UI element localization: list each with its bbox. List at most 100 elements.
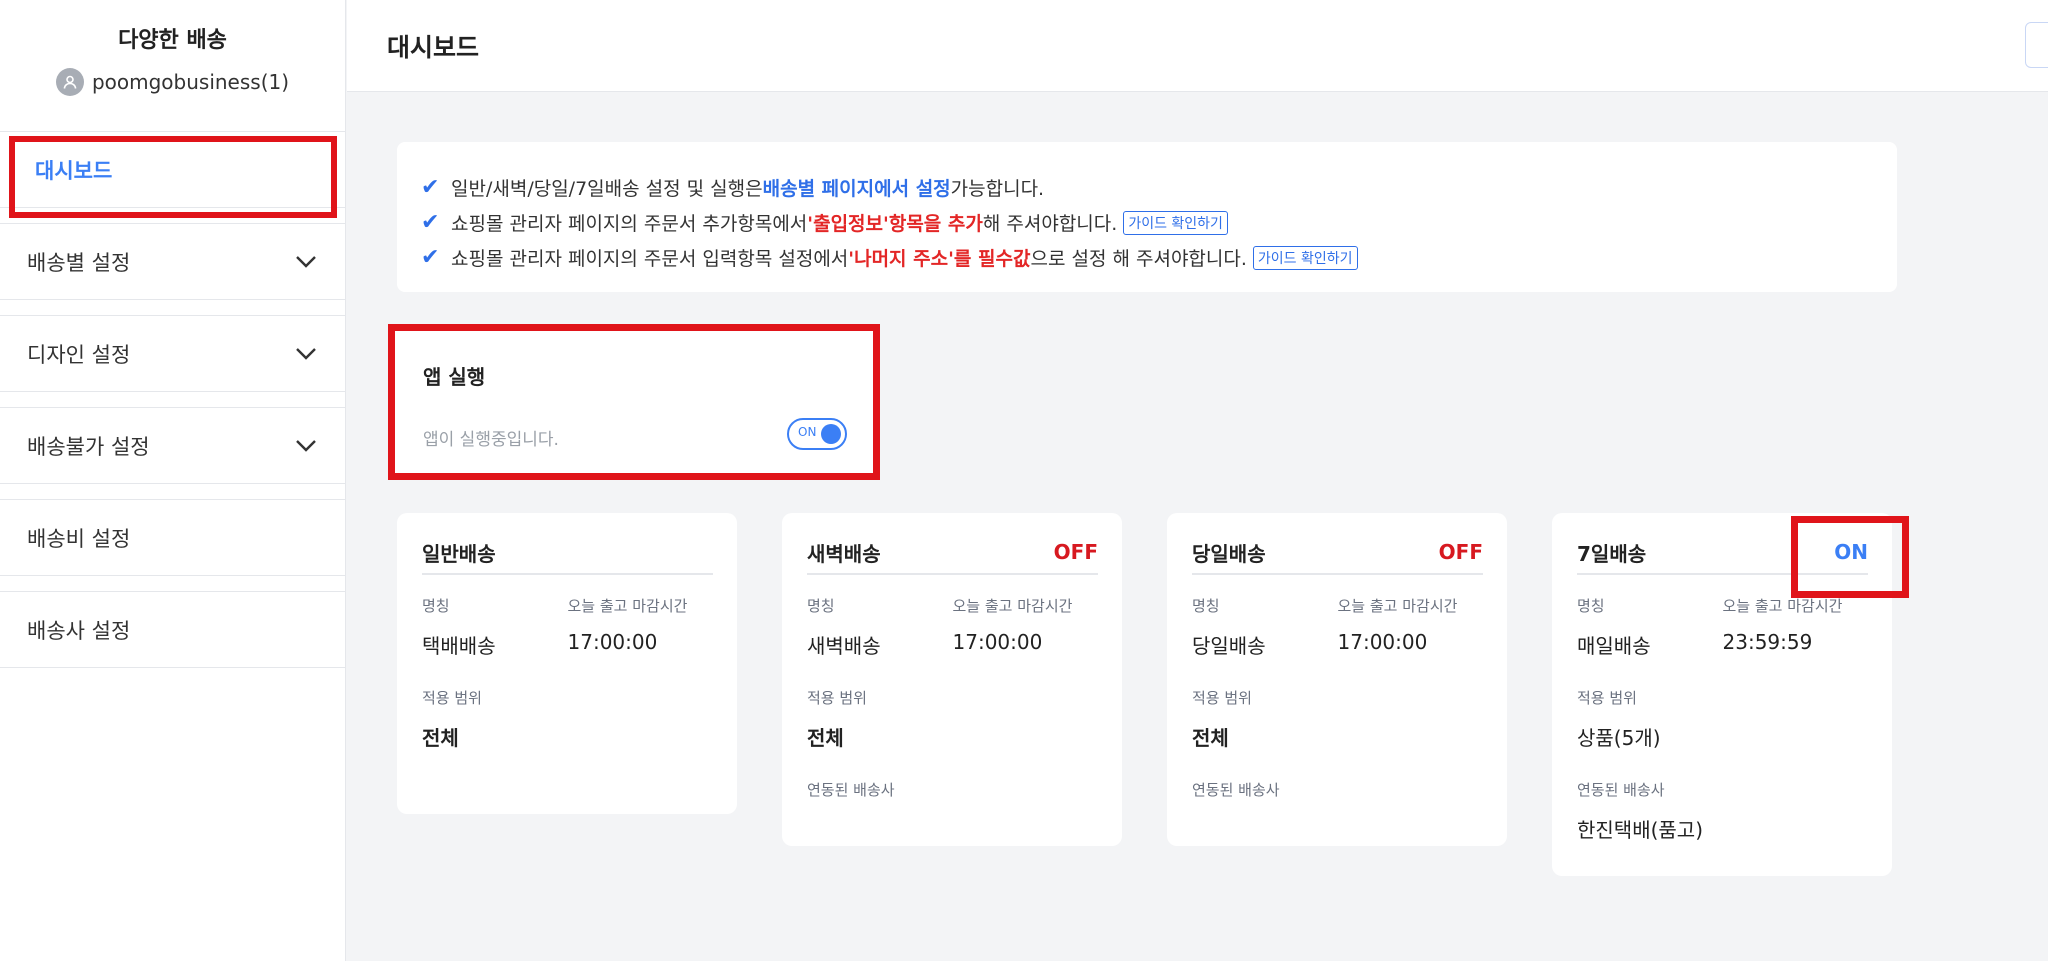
sidebar-item-dashboard[interactable]: 대시보드	[0, 132, 345, 218]
card-name-value: 당일배송	[1192, 634, 1266, 658]
sidebar-item-label: 배송별 설정	[27, 250, 131, 275]
guide-button[interactable]: 가이드 확인하기	[1252, 245, 1358, 270]
status-badge: OFF	[1053, 540, 1098, 564]
notice-text: 해 주셔야합니다.	[982, 213, 1118, 235]
card-name-value: 새벽배송	[807, 634, 881, 658]
check-icon: ✔	[421, 175, 440, 200]
notice-highlight: 배송별 페이지에서 설정	[762, 178, 951, 200]
notice-text: 일반/새벽/당일/7일배송 설정 및 실행은	[451, 178, 763, 200]
card-scope-label: 적용 범위	[422, 689, 482, 707]
card-name-label: 명칭	[1192, 597, 1220, 615]
card-title: 7일배송	[1577, 541, 1647, 566]
chevron-down-icon	[295, 250, 317, 274]
card-name-col: 명칭 택배배송	[422, 595, 568, 659]
menu-divider	[0, 392, 345, 408]
card-info-row: 명칭 택배배송 오늘 출고 마감시간 17:00:00	[422, 595, 713, 659]
user-row[interactable]: poomgobusiness(1)	[0, 68, 345, 96]
toggle-label: ON	[798, 425, 817, 439]
card-cutoff-label: 오늘 출고 마감시간	[567, 597, 688, 615]
menu-divider	[0, 300, 345, 316]
notice-box: ✔ 일반/새벽/당일/7일배송 설정 및 실행은 배송별 페이지에서 설정 가능…	[397, 142, 1897, 292]
card-cutoff-col: 오늘 출고 마감시간 17:00:00	[953, 595, 1099, 659]
card-carrier-label: 연동된 배송사	[1192, 781, 1280, 799]
card-carrier-label: 연동된 배송사	[807, 781, 895, 799]
header-action-button[interactable]	[2025, 22, 2048, 68]
notice-text: 으로 설정 해 주셔야합니다.	[1030, 248, 1247, 270]
card-header: 7일배송 ON	[1577, 516, 1909, 598]
sidebar-item-label: 디자인 설정	[27, 342, 131, 367]
card-carrier-label: 연동된 배송사	[1577, 781, 1665, 799]
notice-highlight: '나머지 주소'를 필수값	[848, 248, 1031, 270]
status-badge: OFF	[1438, 540, 1483, 564]
sidebar-item-label: 대시보드	[35, 158, 113, 183]
card-cutoff-label: 오늘 출고 마감시간	[1722, 597, 1843, 615]
app-run-toggle[interactable]: ON	[787, 418, 847, 450]
card-name-value: 택배배송	[422, 634, 496, 658]
card-scope: 적용 범위 전체	[422, 687, 713, 751]
card-carrier: 연동된 배송사 한진택배(품고)	[1577, 779, 1868, 843]
card-scope-value: 전체	[1192, 726, 1229, 750]
top-bar: 대시보드	[347, 0, 2048, 92]
card-carrier-value: 한진택배(품고)	[1577, 818, 1704, 842]
card-scope: 적용 범위 전체	[1192, 687, 1483, 751]
card-cutoff-value: 17:00:00	[1337, 630, 1428, 654]
sidebar-item-delivery-settings[interactable]: 배송별 설정	[0, 224, 345, 300]
chevron-down-icon	[295, 434, 317, 458]
card-title: 새벽배송	[807, 541, 881, 566]
card-title: 당일배송	[1192, 541, 1266, 566]
notice-line: ✔ 쇼핑몰 관리자 페이지의 주문서 추가항목에서 '출입정보'항목을 추가 해…	[421, 205, 1897, 240]
delivery-card-7day[interactable]: 7일배송 ON 명칭 매일배송 오늘 출고 마감시간 23:59:59 적용 범…	[1552, 513, 1909, 876]
sidebar-item-undeliverable-settings[interactable]: 배송불가 설정	[0, 408, 345, 484]
card-info-row: 명칭 매일배송 오늘 출고 마감시간 23:59:59	[1577, 595, 1868, 659]
card-cutoff-value: 17:00:00	[952, 630, 1043, 654]
card-scope: 적용 범위 상품(5개)	[1577, 687, 1868, 751]
card-scope-value: 전체	[807, 726, 844, 750]
card-cutoff-value: 17:00:00	[567, 630, 658, 654]
card-scope-value: 전체	[422, 726, 459, 750]
notice-line: ✔ 일반/새벽/당일/7일배송 설정 및 실행은 배송별 페이지에서 설정 가능…	[421, 170, 1897, 205]
card-header: 새벽배송 OFF	[807, 535, 1098, 575]
status-highlight: ON	[1791, 516, 1909, 598]
card-header: 일반배송	[422, 535, 713, 575]
card-name-col: 명칭 당일배송	[1192, 595, 1338, 659]
card-name-label: 명칭	[422, 597, 450, 615]
notice-line: ✔ 쇼핑몰 관리자 페이지의 주문서 입력항목 설정에서 '나머지 주소'를 필…	[421, 240, 1897, 275]
sidebar-item-label: 배송비 설정	[27, 526, 131, 551]
card-scope-label: 적용 범위	[1577, 689, 1637, 707]
user-name: poomgobusiness(1)	[91, 70, 290, 94]
chevron-down-icon	[295, 342, 317, 366]
delivery-card-dawn[interactable]: 새벽배송 OFF 명칭 새벽배송 오늘 출고 마감시간 17:00:00 적용 …	[782, 513, 1122, 846]
notice-highlight: '출입정보'항목을 추가	[807, 213, 983, 235]
sidebar-item-label: 배송사 설정	[27, 618, 131, 643]
user-icon	[55, 68, 84, 96]
menu-divider	[0, 484, 345, 500]
card-carrier: 연동된 배송사	[807, 779, 1098, 800]
card-name-col: 명칭 매일배송	[1577, 595, 1723, 659]
delivery-card-same-day[interactable]: 당일배송 OFF 명칭 당일배송 오늘 출고 마감시간 17:00:00 적용 …	[1167, 513, 1507, 846]
notice-text: 쇼핑몰 관리자 페이지의 주문서 입력항목 설정에서	[451, 248, 849, 270]
sidebar-item-design-settings[interactable]: 디자인 설정	[0, 316, 345, 392]
app-run-title: 앱 실행	[423, 365, 486, 389]
card-scope-label: 적용 범위	[1192, 689, 1252, 707]
card-cutoff-value: 23:59:59	[1722, 630, 1813, 654]
guide-button[interactable]: 가이드 확인하기	[1123, 210, 1228, 235]
check-icon: ✔	[421, 210, 440, 235]
status-badge: ON	[1834, 540, 1868, 564]
card-title: 일반배송	[422, 541, 496, 566]
sidebar-header: 다양한 배송 poomgobusiness(1)	[0, 0, 345, 132]
delivery-card-standard[interactable]: 일반배송 명칭 택배배송 오늘 출고 마감시간 17:00:00 적용 범위 전…	[397, 513, 737, 814]
app-run-status: 앱이 실행중입니다.	[423, 430, 559, 450]
card-scope-label: 적용 범위	[807, 689, 867, 707]
menu-divider	[0, 576, 345, 592]
app-run-panel: 앱 실행 앱이 실행중입니다. ON	[388, 324, 880, 480]
store-name: 다양한 배송	[118, 28, 227, 53]
card-info-row: 명칭 당일배송 오늘 출고 마감시간 17:00:00	[1192, 595, 1483, 659]
card-header: 당일배송 OFF	[1192, 535, 1483, 575]
card-name-col: 명칭 새벽배송	[807, 595, 953, 659]
notice-text: 가능합니다.	[950, 178, 1045, 200]
card-carrier: 연동된 배송사	[1192, 779, 1483, 800]
sidebar-item-shipping-fee-settings[interactable]: 배송비 설정	[0, 500, 345, 576]
toggle-knob	[821, 424, 841, 444]
sidebar-item-carrier-settings[interactable]: 배송사 설정	[0, 592, 345, 668]
card-scope: 적용 범위 전체	[807, 687, 1098, 751]
